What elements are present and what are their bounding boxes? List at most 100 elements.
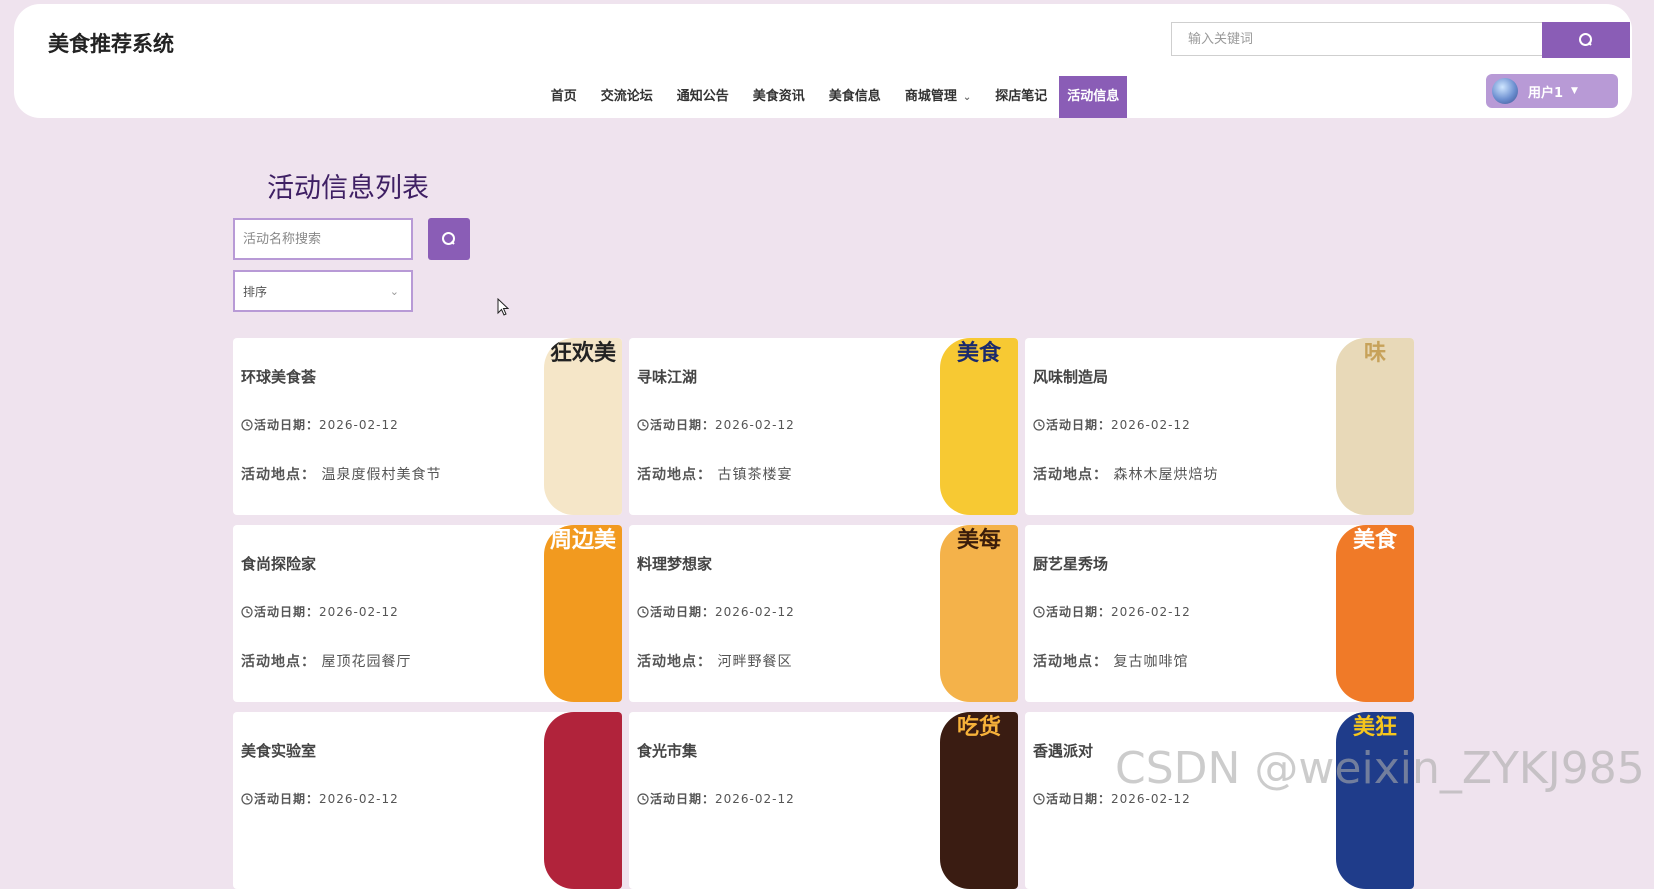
main-nav: 首页 交流论坛 通知公告 美食资讯 美食信息 商城管理 ⌄ 探店笔记 活动信息 <box>14 76 1632 118</box>
activity-date-label: 活动日期： <box>650 792 716 806</box>
activity-card[interactable]: 风味制造局 活动日期： 2026-02-12 活动地点： 森林木屋烘焙坊 味 <box>1025 338 1414 515</box>
nav-item-food-news[interactable]: 美食资讯 <box>741 76 817 118</box>
activity-location-label: 活动地点： <box>1033 654 1108 670</box>
activity-name-search-input[interactable] <box>233 218 413 260</box>
activity-location-value: 复古咖啡馆 <box>1113 654 1189 670</box>
activity-card[interactable]: 环球美食荟 活动日期： 2026-02-12 活动地点： 温泉度假村美食节 狂欢… <box>233 338 622 515</box>
activity-poster-image[interactable]: 美狂 <box>1336 712 1414 889</box>
activity-date-value: 2026-02-12 <box>1111 604 1191 619</box>
activity-card[interactable]: 寻味江湖 活动日期： 2026-02-12 活动地点： 古镇茶楼宴 美食 <box>629 338 1018 515</box>
caret-down-icon: ▼ <box>1571 86 1578 96</box>
activity-title: 料理梦想家 <box>637 555 713 573</box>
activity-poster-image[interactable] <box>544 712 622 889</box>
activity-location-value: 古镇茶楼宴 <box>717 467 793 483</box>
activity-date-value: 2026-02-12 <box>1111 417 1191 432</box>
activity-title: 食尚探险家 <box>241 555 317 573</box>
nav-item-activities[interactable]: 活动信息 <box>1059 76 1128 118</box>
activity-location-value: 温泉度假村美食节 <box>321 467 442 483</box>
nav-item-home[interactable]: 首页 <box>539 76 589 118</box>
activity-location-label: 活动地点： <box>637 467 712 483</box>
activity-title: 风味制造局 <box>1033 368 1109 386</box>
activity-date: 活动日期： 2026-02-12 <box>637 416 795 433</box>
activity-location-value: 森林木屋烘焙坊 <box>1113 467 1219 483</box>
sort-select[interactable]: 排序 ⌄ <box>233 270 413 312</box>
nav-item-food-info[interactable]: 美食信息 <box>817 76 893 118</box>
clock-icon <box>1033 792 1045 805</box>
activity-date: 活动日期： 2026-02-12 <box>1033 603 1191 620</box>
page-title: 活动信息列表 <box>267 173 429 204</box>
activity-title: 美食实验室 <box>241 742 317 760</box>
activity-date-label: 活动日期： <box>1046 605 1112 619</box>
activity-poster-image[interactable]: 美食 <box>940 338 1018 515</box>
clock-icon <box>637 418 649 431</box>
clock-icon <box>241 418 253 431</box>
poster-text: 美食 <box>1352 528 1397 553</box>
poster-text: 美狂 <box>1352 715 1397 740</box>
activity-poster-image[interactable]: 周边美 <box>544 525 622 702</box>
activity-location: 活动地点： 古镇茶楼宴 <box>637 464 792 484</box>
activity-date-label: 活动日期： <box>254 605 320 619</box>
clock-icon <box>1033 418 1045 431</box>
clock-icon <box>637 605 649 618</box>
clock-icon <box>1033 605 1045 618</box>
global-search <box>1171 22 1630 58</box>
activity-search-button[interactable] <box>428 218 470 260</box>
activity-location: 活动地点： 复古咖啡馆 <box>1033 651 1188 671</box>
search-input[interactable] <box>1171 22 1542 56</box>
clock-icon <box>637 792 649 805</box>
activity-card[interactable]: 食光市集 活动日期： 2026-02-12 活动地点： 吃货 <box>629 712 1018 889</box>
activity-title: 香遇派对 <box>1033 742 1094 760</box>
activity-location: 活动地点： 森林木屋烘焙坊 <box>1033 464 1218 484</box>
chevron-down-icon: ⌄ <box>389 284 399 298</box>
user-menu[interactable]: 用户1 ▼ <box>1486 74 1618 108</box>
activity-date-value: 2026-02-12 <box>715 604 795 619</box>
activity-date: 活动日期： 2026-02-12 <box>1033 416 1191 433</box>
nav-item-notices[interactable]: 通知公告 <box>665 76 741 118</box>
activity-location-label: 活动地点： <box>241 467 316 483</box>
avatar <box>1492 78 1518 104</box>
activity-poster-image[interactable]: 美食 <box>1336 525 1414 702</box>
activity-poster-image[interactable]: 味 <box>1336 338 1414 515</box>
nav-item-forum[interactable]: 交流论坛 <box>589 76 665 118</box>
activity-location: 活动地点： 屋顶花园餐厅 <box>241 651 411 671</box>
search-icon <box>1579 33 1592 46</box>
activity-card[interactable]: 厨艺星秀场 活动日期： 2026-02-12 活动地点： 复古咖啡馆 美食 <box>1025 525 1414 702</box>
activity-title: 食光市集 <box>637 742 698 760</box>
activity-date-label: 活动日期： <box>1046 792 1112 806</box>
activity-date-value: 2026-02-12 <box>319 604 399 619</box>
activity-date: 活动日期： 2026-02-12 <box>241 416 399 433</box>
activity-poster-image[interactable]: 狂欢美 <box>544 338 622 515</box>
sort-label: 排序 <box>243 284 268 299</box>
activity-date-value: 2026-02-12 <box>715 417 795 432</box>
activity-card[interactable]: 料理梦想家 活动日期： 2026-02-12 活动地点： 河畔野餐区 美每 <box>629 525 1018 702</box>
nav-item-mall-label: 商城管理 <box>904 89 957 104</box>
activity-title: 环球美食荟 <box>241 368 317 386</box>
mouse-cursor-icon <box>497 298 510 316</box>
activity-date-value: 2026-02-12 <box>715 791 795 806</box>
poster-text: 美食 <box>956 341 1001 366</box>
activity-location-label: 活动地点： <box>637 654 712 670</box>
site-brand[interactable]: 美食推荐系统 <box>48 28 174 58</box>
poster-text: 狂欢美 <box>549 341 616 366</box>
activity-card[interactable]: 香遇派对 活动日期： 2026-02-12 活动地点： 美狂 <box>1025 712 1414 889</box>
activity-date: 活动日期： 2026-02-12 <box>637 790 795 807</box>
activity-title: 厨艺星秀场 <box>1033 555 1109 573</box>
nav-item-mall[interactable]: 商城管理 ⌄ <box>893 76 983 118</box>
poster-text: 美每 <box>956 528 1001 553</box>
activity-poster-image[interactable]: 吃货 <box>940 712 1018 889</box>
header-bar: 美食推荐系统 首页 交流论坛 通知公告 美食资讯 美食信息 商城管理 ⌄ 探店笔记… <box>14 4 1632 118</box>
activity-date-label: 活动日期： <box>650 605 716 619</box>
activity-location-label: 活动地点： <box>241 654 316 670</box>
activity-location-value: 河畔野餐区 <box>717 654 793 670</box>
activity-location-value: 屋顶花园餐厅 <box>321 654 412 670</box>
activity-card[interactable]: 美食实验室 活动日期： 2026-02-12 活动地点： <box>233 712 622 889</box>
activity-poster-image[interactable]: 美每 <box>940 525 1018 702</box>
activity-date-label: 活动日期： <box>1046 418 1112 432</box>
activity-card[interactable]: 食尚探险家 活动日期： 2026-02-12 活动地点： 屋顶花园餐厅 周边美 <box>233 525 622 702</box>
activity-date-label: 活动日期： <box>254 792 320 806</box>
search-button[interactable] <box>1542 22 1630 58</box>
activity-date: 活动日期： 2026-02-12 <box>241 790 399 807</box>
clock-icon <box>241 792 253 805</box>
nav-item-visit-notes[interactable]: 探店笔记 <box>983 76 1059 118</box>
clock-icon <box>241 605 253 618</box>
